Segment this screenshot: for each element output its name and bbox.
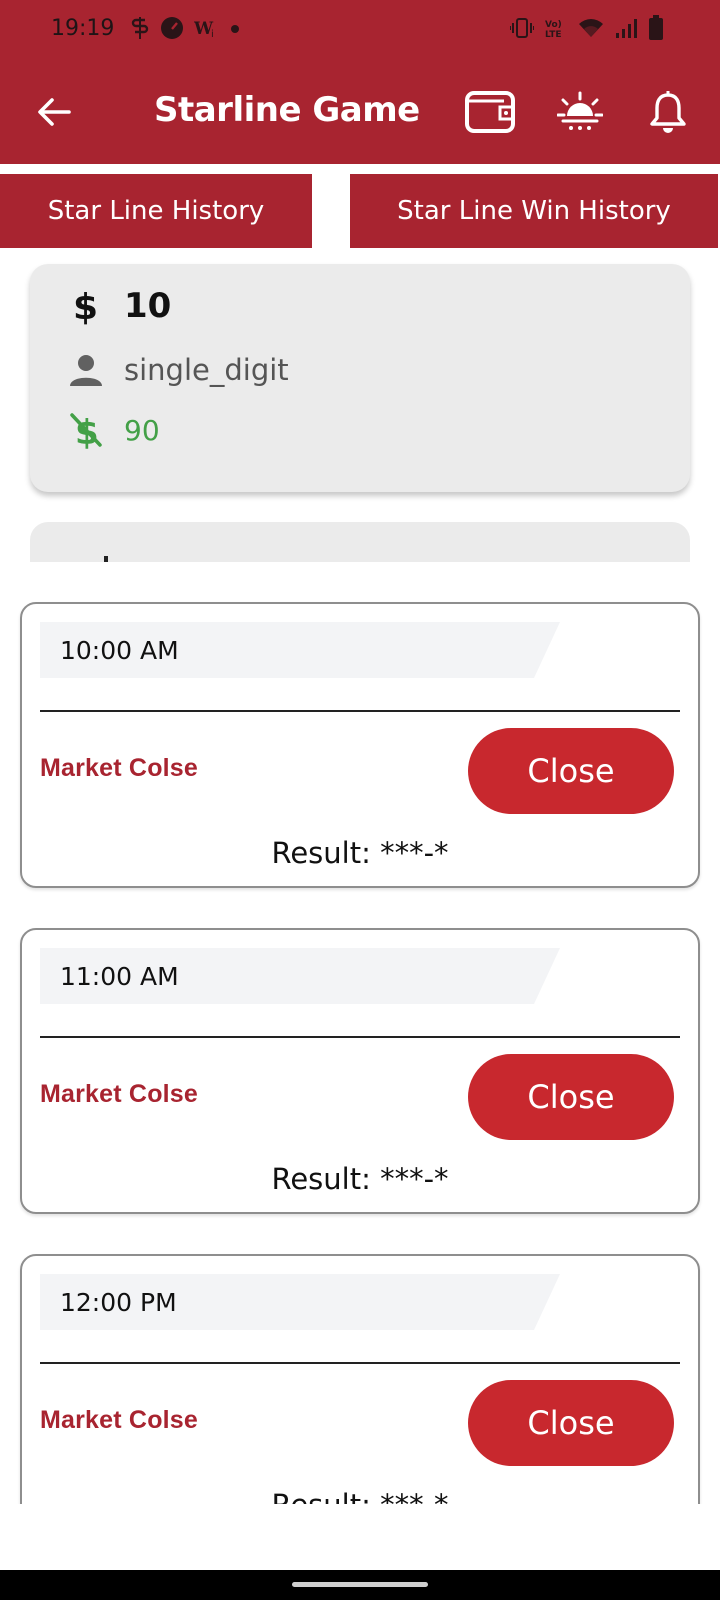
money-off-icon: $ <box>66 410 106 450</box>
win-amount-row: $ 90 <box>66 410 160 450</box>
toolbar: Starline Game <box>0 60 720 164</box>
market-status: Market Colse <box>40 754 199 782</box>
toolbar-divider <box>0 164 720 174</box>
vibrate-icon <box>509 17 535 44</box>
dollar-icon: $ <box>66 286 106 326</box>
amount-row: $ 10 <box>66 286 171 326</box>
s-icon <box>130 16 150 45</box>
wifi-icon <box>578 17 604 44</box>
divider <box>40 1362 680 1364</box>
market-list[interactable]: 10:00 AM Market Colse Close Result: ***-… <box>0 562 720 1504</box>
status-icons-left: Wi <box>130 14 240 46</box>
market-result: Result: ***-* <box>271 1162 449 1196</box>
volte-icon: Vo) LTE <box>544 17 568 44</box>
market-time: 10:00 AM <box>60 636 179 665</box>
market-card: 10:00 AM Market Colse Close Result: ***-… <box>20 602 700 888</box>
status-bar: 19:19 Wi Vo) LTE <box>0 0 720 60</box>
signal-icon <box>614 17 638 44</box>
bell-icon[interactable] <box>640 84 696 140</box>
market-result: Result: ***-* <box>22 1488 698 1504</box>
market-card: 12:00 PM Market Colse Close Result: ***-… <box>20 1254 700 1504</box>
bid-amount: 10 <box>124 286 172 326</box>
close-button[interactable]: Close <box>468 1380 674 1466</box>
page-title: Starline Game <box>154 90 420 130</box>
close-button[interactable]: Close <box>468 728 674 814</box>
tab-star-line-win-history[interactable]: Star Line Win History <box>350 174 718 248</box>
win-amount: 90 <box>124 413 160 447</box>
game-type-row: single_digit <box>66 350 289 390</box>
home-gesture-handle[interactable] <box>292 1582 428 1587</box>
market-card: 11:00 AM Market Colse Close Result: ***-… <box>20 928 700 1214</box>
game-type: single_digit <box>124 353 289 387</box>
app-bar: 19:19 Wi Vo) LTE Starline Game <box>0 0 720 164</box>
wallet-icon[interactable] <box>462 84 518 140</box>
market-time: 12:00 PM <box>60 1288 177 1317</box>
svg-text:i: i <box>211 29 214 39</box>
market-status: Market Colse <box>40 1406 199 1434</box>
person-icon <box>66 350 106 390</box>
close-button[interactable]: Close <box>468 1054 674 1140</box>
w-icon: Wi <box>193 17 220 44</box>
svg-text:Vo): Vo) <box>545 20 562 30</box>
speedometer-icon <box>160 16 184 45</box>
dot-icon <box>230 21 240 39</box>
divider <box>40 1036 680 1038</box>
back-arrow-icon[interactable] <box>30 88 78 136</box>
divider <box>40 710 680 712</box>
market-status: Market Colse <box>40 1080 199 1108</box>
market-result: Result: ***-* <box>271 836 449 870</box>
bid-summary-card[interactable]: $ 10 single_digit $ 90 <box>30 264 690 492</box>
theme-icon[interactable] <box>552 84 608 140</box>
svg-text:LTE: LTE <box>545 30 562 39</box>
bid-summary-card-partial[interactable] <box>30 522 690 562</box>
tab-star-line-history[interactable]: Star Line History <box>0 174 312 248</box>
status-time: 19:19 <box>51 16 115 41</box>
market-time: 11:00 AM <box>60 962 179 991</box>
status-icons-right: Vo) LTE <box>509 14 664 46</box>
battery-icon <box>648 14 664 46</box>
svg-text:$: $ <box>73 287 98 326</box>
